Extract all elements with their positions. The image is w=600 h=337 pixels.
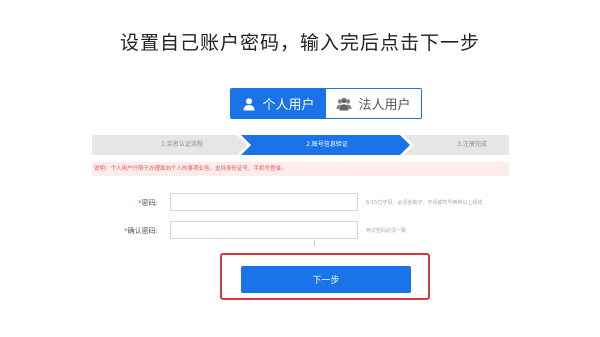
notice-banner: 说明：个人用户只限于办理面向个人的事项业务，支持身份证号、手机号登录。 <box>92 162 509 176</box>
page-heading: 设置自己账户密码，输入完后点击下一步 <box>119 32 480 54</box>
confirm-password-input[interactable] <box>170 221 358 239</box>
confirm-password-label-text: 确认密码: <box>127 227 158 235</box>
confirm-password-label: *确认密码: <box>98 226 158 236</box>
tab-personal-user-label: 个人用户 <box>262 98 315 113</box>
password-label: *密码: <box>98 198 158 208</box>
tab-legal-user[interactable]: 法人用户 <box>326 89 421 118</box>
confirm-password-hint: 两次密码必须一致 <box>366 228 407 234</box>
step-1-label: 1.实名认证流程 <box>161 141 203 148</box>
divider <box>314 240 315 246</box>
step-3-label: 3.注册完成 <box>457 141 487 148</box>
group-icon <box>336 97 352 111</box>
person-icon <box>242 97 256 111</box>
tab-personal-user[interactable]: 个人用户 <box>231 89 326 118</box>
password-hint: 6-15位字母、必须含数字、字母或符号两种以上组成 <box>366 200 483 206</box>
progress-steps: 1.实名认证流程 2.账号信息验证 3.注册完成 <box>92 135 509 155</box>
user-type-tabs: 个人用户 法人用户 <box>230 88 422 119</box>
password-input[interactable] <box>170 193 358 211</box>
step-2-label: 2.账号信息验证 <box>306 141 348 148</box>
password-label-text: 密码: <box>141 199 158 207</box>
tab-legal-user-label: 法人用户 <box>358 98 411 113</box>
next-step-button[interactable]: 下一步 <box>241 266 411 293</box>
